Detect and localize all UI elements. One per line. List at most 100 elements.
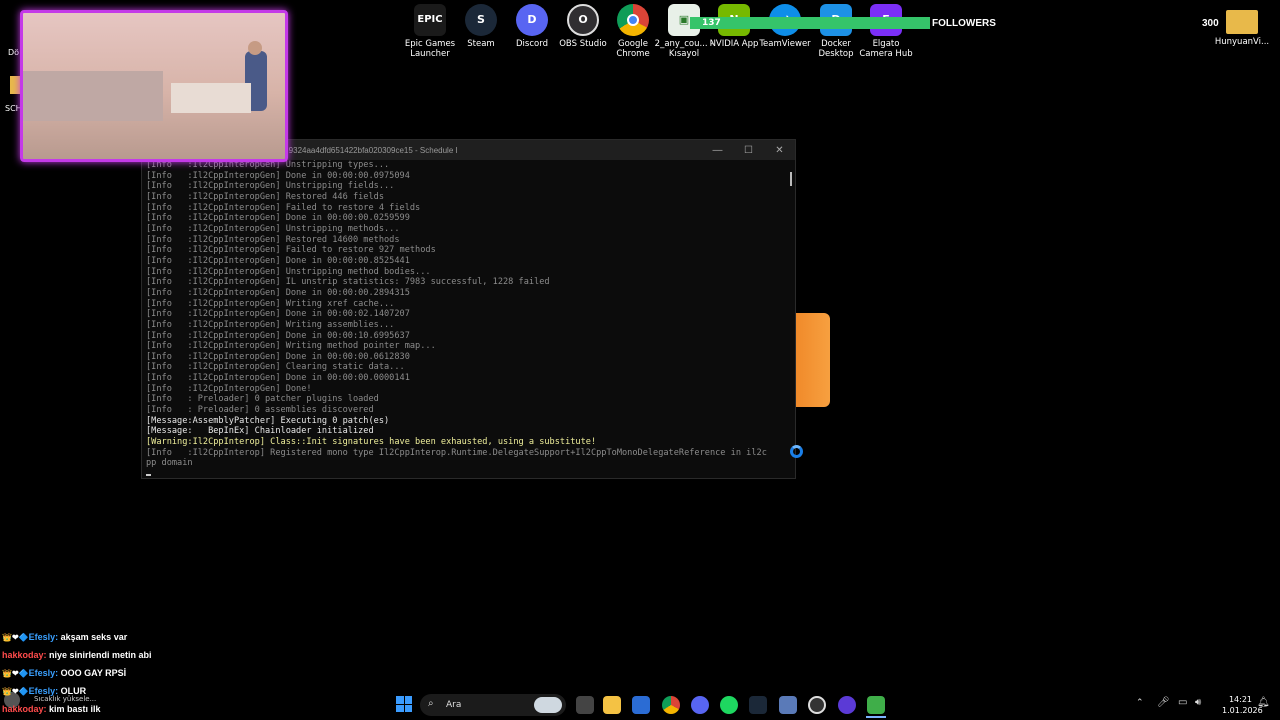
console-line: [Info :Il2CppInteropGen] Done in 00:00:0… — [146, 213, 410, 224]
chrome-icon — [617, 4, 649, 36]
console-line: [Info :Il2CppInteropGen] Restored 446 fi… — [146, 191, 384, 202]
scrollbar-thumb[interactable] — [790, 172, 792, 186]
desktop-icon-label: Steam — [467, 39, 495, 49]
desktop-icon-elgato[interactable]: E Elgato Camera Hub — [856, 4, 916, 59]
console-line: [Info :Il2CppInteropGen] Done in 00:00:0… — [146, 351, 410, 362]
chat-badges-icon: 👑❤🔷 — [2, 633, 29, 642]
console-output[interactable]: [Info :Il2CppInteropGen] Unstripping typ… — [142, 160, 795, 469]
desktop-icon-label-partial[interactable]: Dö — [8, 48, 19, 57]
active-app-indicator — [866, 716, 886, 718]
console-line: [Info :Il2CppInteropGen] Failed to resto… — [146, 245, 436, 256]
clock-date: 1.01.2026 — [1222, 706, 1263, 715]
console-line: [Info :Il2CppInteropGen] Done in 00:00:0… — [146, 309, 410, 320]
clock[interactable]: 14:21 1.01.2026 — [1222, 694, 1263, 716]
network-icon[interactable]: ▭ — [1178, 697, 1187, 708]
chat-text: OLUR — [58, 686, 87, 696]
console-line: [Info :Il2CppInteropGen] Unstripping met… — [146, 223, 400, 234]
desktop-icon-label: TeamViewer — [759, 39, 811, 49]
console-line: [Info :Il2CppInteropGen] IL unstrip stat… — [146, 277, 550, 288]
desktop: { "desktop_icons": [ {"label": "Epic Gam… — [0, 0, 1280, 720]
console-line: [Info :Il2CppInterop] Registered mono ty… — [146, 447, 767, 458]
console-line: [Info :Il2CppInteropGen] Clearing static… — [146, 362, 405, 373]
chat-username: Efesly: — [28, 632, 59, 642]
maximize-button[interactable]: ☐ — [733, 145, 764, 156]
close-button[interactable]: ✕ — [764, 145, 795, 156]
discord-icon[interactable] — [691, 696, 709, 714]
start-icon[interactable] — [396, 696, 412, 712]
console-line: [Info :Il2CppInteropGen] Writing assembl… — [146, 319, 395, 330]
console-line: [Info :Il2CppInteropGen] Done in 00:00:0… — [146, 373, 410, 384]
console-line: [Info : Preloader] 0 assemblies discover… — [146, 405, 374, 416]
chat-badges-icon: 👑❤🔷 — [2, 669, 29, 678]
cursor — [146, 474, 151, 476]
desktop-icon-label: Discord — [516, 39, 548, 49]
desktop-icon-label: Docker Desktop — [818, 39, 854, 59]
busy-cursor-icon — [790, 445, 803, 458]
chat-username: Efesly: — [28, 668, 59, 678]
console-line: pp domain — [146, 458, 193, 469]
chat-message: 👑❤🔷Efesly: OLUR — [2, 686, 86, 696]
clock-time: 14:21 — [1228, 695, 1252, 704]
console-line: [Info : Preloader] 0 patcher plugins loa… — [146, 394, 379, 405]
followers-progress-bar — [690, 17, 930, 29]
search-input[interactable]: ⌕ Ara — [420, 694, 566, 716]
table — [171, 83, 251, 113]
steam-icon: S — [465, 4, 497, 36]
background-app-window[interactable] — [796, 313, 830, 407]
console-line: [Info :Il2CppInteropGen] Writing method … — [146, 341, 436, 352]
console-line: [Info :Il2CppInteropGen] Unstripping fie… — [146, 181, 395, 192]
game-icon[interactable] — [867, 696, 885, 714]
browser-icon[interactable] — [838, 696, 856, 714]
console-line: [Info :Il2CppInteropGen] Failed to resto… — [146, 202, 421, 213]
console-line: [Info :Il2CppInteropGen] Writing xref ca… — [146, 298, 395, 309]
console-line: [Info :Il2CppInteropGen] Done in 00:00:1… — [146, 330, 410, 341]
volume-icon[interactable]: 🔊︎ — [1195, 697, 1201, 708]
app-icon[interactable] — [779, 696, 797, 714]
steam-icon[interactable] — [749, 696, 767, 714]
chat-username: hakkoday: — [2, 704, 47, 714]
microphone-icon[interactable]: 🎤︎ — [1157, 697, 1170, 708]
chevron-up-icon[interactable]: ⌃ — [1136, 698, 1144, 708]
desktop-icon-folder[interactable]: HunyuanVi... — [1212, 4, 1272, 47]
console-line: [Info :Il2CppInteropGen] Restored 14600 … — [146, 234, 400, 245]
console-line: [Info :Il2CppInteropGen] Done in 00:00:0… — [146, 255, 410, 266]
task-view-icon[interactable] — [576, 696, 594, 714]
chat-message: 👑❤🔷Efesly: akşam seks var — [2, 632, 127, 642]
console-line: [Info :Il2CppInteropGen] Done in 00:00:0… — [146, 170, 410, 181]
discord-icon: D — [516, 4, 548, 36]
console-line: [Warning:Il2CppInterop] Class::Init sign… — [146, 437, 597, 448]
console-window[interactable]: ...9324aa4dfd651422bfa020309ce15 - Sched… — [141, 139, 796, 479]
chat-message: hakkoday: niye sinirlendi metin abi — [2, 650, 152, 660]
console-line: [Message: BepInEx] Chainloader initializ… — [146, 426, 374, 437]
console-line: [Info :Il2CppInteropGen] Unstripping met… — [146, 266, 431, 277]
chat-text: akşam seks var — [58, 632, 128, 642]
spotify-icon[interactable] — [720, 696, 738, 714]
epic-games-icon: EPIC — [414, 4, 446, 36]
followers-label: FOLLOWERS — [932, 18, 996, 29]
console-line: [Message:AssemblyPatcher] Executing 0 pa… — [146, 415, 390, 426]
desktop-icon-label: NVIDIA App — [709, 39, 759, 49]
folder-icon — [1226, 10, 1258, 34]
obs-icon: O — [567, 4, 599, 36]
desktop-icon-label: HunyuanVi... — [1214, 37, 1270, 47]
webcam-overlay — [20, 10, 288, 162]
notification-bell-icon[interactable]: 🔔︎ — [1257, 697, 1270, 708]
couch — [23, 71, 163, 121]
chat-text: niye sinirlendi metin abi — [46, 650, 152, 660]
chrome-icon[interactable] — [662, 696, 680, 714]
followers-count: 137 — [702, 18, 721, 28]
desktop-icon-label: Elgato Camera Hub — [859, 39, 913, 59]
chat-badges-icon: 👑❤🔷 — [2, 687, 29, 696]
search-icon: ⌕ — [428, 698, 434, 709]
desktop-icon-label: Google Chrome — [616, 39, 650, 59]
store-icon[interactable] — [632, 696, 650, 714]
followers-goal: 300 — [1202, 18, 1219, 29]
weather-text[interactable]: Sıcaklık yüksele... — [34, 695, 96, 703]
console-line: [Info :Il2CppInteropGen] Done in 00:00:0… — [146, 287, 410, 298]
file-explorer-icon[interactable] — [603, 696, 621, 714]
desktop-icon-label: Epic Games Launcher — [404, 39, 456, 59]
obs-icon[interactable] — [808, 696, 826, 714]
minimize-button[interactable]: — — [702, 145, 733, 156]
desktop-icon-label: OBS Studio — [559, 39, 607, 49]
console-line: [Info :Il2CppInteropGen] Done! — [146, 383, 312, 394]
